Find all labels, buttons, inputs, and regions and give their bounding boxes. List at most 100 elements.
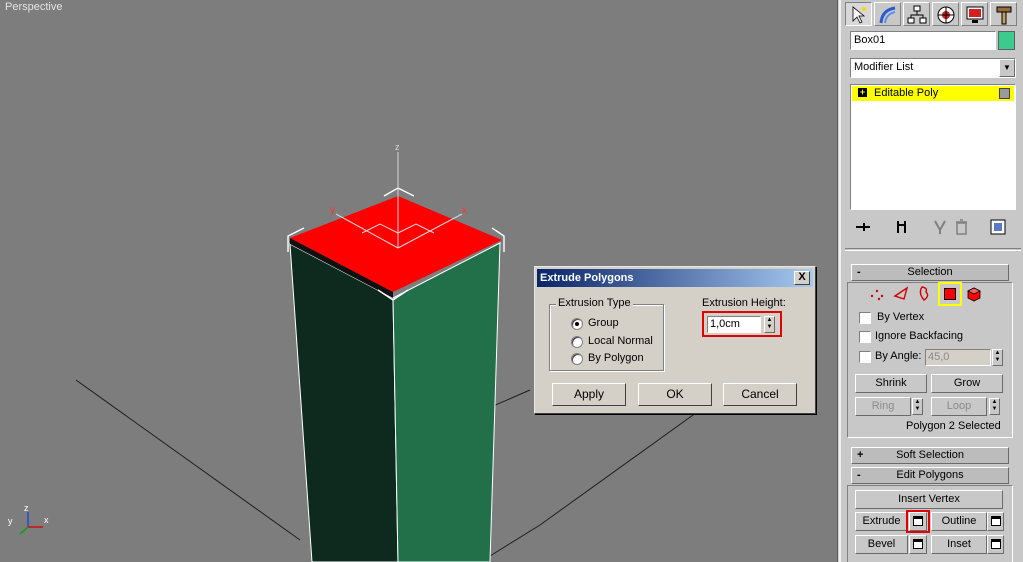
- extrusion-height-input[interactable]: 1,0cm: [707, 316, 761, 333]
- rollout-selection-header[interactable]: - Selection: [851, 264, 1009, 281]
- make-unique-icon[interactable]: [931, 218, 949, 236]
- radio-local-normal[interactable]: [571, 336, 583, 348]
- gizmo-z-label: z: [395, 142, 400, 152]
- vertex-mode-icon[interactable]: [868, 284, 886, 302]
- bevel-settings-button[interactable]: [909, 535, 927, 554]
- configure-modifier-sets-icon[interactable]: [989, 218, 1007, 236]
- view-axis-tripod: [19, 512, 43, 535]
- extrude-button[interactable]: Extrude: [855, 512, 908, 531]
- display-monitor-icon: [966, 6, 984, 23]
- hammer-icon: [996, 6, 1012, 25]
- tripod-x-label: x: [44, 515, 49, 525]
- element-mode-icon[interactable]: [965, 284, 983, 302]
- edge-mode-icon[interactable]: [892, 284, 910, 302]
- gizmo-y-label: y: [330, 205, 335, 216]
- tab-hierarchy[interactable]: [903, 2, 930, 26]
- grow-button[interactable]: Grow: [931, 374, 1003, 393]
- close-icon: X: [798, 271, 806, 283]
- by-angle-spinner[interactable]: ▲ ▼: [992, 349, 1003, 366]
- extrude-settings-highlight: [906, 510, 930, 533]
- close-button[interactable]: X: [794, 271, 810, 285]
- tab-modify[interactable]: [874, 2, 901, 26]
- rollout-title: Edit Polygons: [896, 469, 964, 481]
- panel-divider: [845, 248, 1021, 251]
- gizmo-x-label: x: [462, 205, 467, 216]
- modifier-list-label: Modifier List: [854, 61, 914, 73]
- rollout-soft-selection-header[interactable]: + Soft Selection: [851, 447, 1009, 464]
- extrude-polygons-dialog: Extrude Polygons X Extrusion Type Group …: [534, 266, 816, 414]
- apply-button[interactable]: Apply: [552, 383, 626, 406]
- tripod-z-label: z: [24, 503, 29, 513]
- border-mode-icon[interactable]: [916, 284, 934, 302]
- selection-status: Polygon 2 Selected: [906, 420, 1001, 432]
- inset-button[interactable]: Inset: [931, 535, 987, 554]
- dialog-title: Extrude Polygons: [540, 272, 634, 284]
- spinner-down-icon: ▼: [994, 357, 1001, 363]
- insert-vertex-button[interactable]: Insert Vertex: [855, 490, 1003, 509]
- radio-group-label: Group: [588, 317, 619, 329]
- outline-settings-button[interactable]: [987, 512, 1004, 531]
- pin-stack-icon[interactable]: [854, 218, 872, 236]
- spinner-up-icon: ▲: [994, 350, 1001, 356]
- settings-window-icon: [913, 539, 923, 549]
- rollout-title: Selection: [907, 266, 953, 278]
- modifier-list-dropdown[interactable]: Modifier List ▼: [850, 58, 1016, 78]
- hierarchy-icon: [907, 5, 927, 24]
- tab-display[interactable]: [961, 2, 988, 26]
- stack-item-editable-poly[interactable]: + Editable Poly: [852, 86, 1014, 101]
- modifier-stack: + Editable Poly: [850, 84, 1016, 210]
- radio-local-normal-label: Local Normal: [588, 335, 653, 347]
- stack-item-toggle-icon[interactable]: [999, 88, 1010, 99]
- loop-button[interactable]: Loop: [931, 397, 987, 416]
- extrusion-height-spinner[interactable]: ▲ ▼: [764, 316, 775, 333]
- radio-by-polygon[interactable]: [571, 353, 583, 365]
- tab-motion[interactable]: [932, 2, 959, 26]
- spinner-down-icon: ▼: [766, 324, 773, 330]
- chevron-down-icon: ▼: [1003, 63, 1011, 72]
- outline-button[interactable]: Outline: [931, 512, 987, 531]
- shrink-button[interactable]: Shrink: [855, 374, 927, 393]
- radio-by-polygon-label: By Polygon: [588, 352, 644, 364]
- loop-spinner[interactable]: ▲ ▼: [989, 398, 1000, 415]
- by-vertex-checkbox[interactable]: [859, 312, 871, 324]
- rollout-toggle: -: [857, 266, 861, 278]
- cancel-button[interactable]: Cancel: [723, 383, 797, 406]
- object-color-swatch[interactable]: [998, 31, 1015, 50]
- bevel-button[interactable]: Bevel: [855, 535, 908, 554]
- polygon-mode-button[interactable]: [938, 282, 962, 306]
- rollout-edit-polygons-header[interactable]: - Edit Polygons: [851, 467, 1009, 484]
- ignore-backfacing-label: Ignore Backfacing: [875, 330, 964, 342]
- remove-modifier-icon[interactable]: [953, 218, 971, 236]
- spinner-up-icon: ▲: [991, 399, 998, 405]
- dialog-title-bar[interactable]: Extrude Polygons X: [537, 269, 813, 287]
- extrusion-type-group: Extrusion Type Group Local Normal By Pol…: [549, 297, 664, 371]
- ignore-backfacing-checkbox[interactable]: [859, 331, 871, 343]
- settings-window-icon: [991, 539, 1001, 549]
- motion-wheel-icon: [937, 6, 955, 24]
- ring-spinner[interactable]: ▲ ▼: [912, 398, 923, 415]
- tripod-y-label: y: [8, 516, 13, 526]
- show-end-result-icon[interactable]: [893, 218, 911, 236]
- command-panel-tabs: [844, 1, 1022, 27]
- extrusion-height-label: Extrusion Height:: [702, 297, 786, 309]
- settings-window-icon: [991, 516, 1001, 526]
- pointer-star-icon: [852, 6, 866, 24]
- rollout-title: Soft Selection: [896, 449, 964, 461]
- ring-button[interactable]: Ring: [855, 397, 911, 416]
- object-name-field[interactable]: Box01: [850, 31, 996, 50]
- extrusion-type-label: Extrusion Type: [556, 297, 633, 309]
- rollout-toggle: -: [857, 469, 861, 481]
- tab-create[interactable]: [845, 2, 872, 26]
- inset-settings-button[interactable]: [987, 535, 1004, 554]
- ok-button[interactable]: OK: [638, 383, 712, 406]
- modifier-list-arrow[interactable]: ▼: [999, 59, 1015, 77]
- by-angle-label: By Angle:: [875, 350, 922, 362]
- by-vertex-label: By Vertex: [877, 311, 925, 323]
- viewport-label[interactable]: Perspective: [5, 1, 62, 13]
- by-angle-checkbox[interactable]: [859, 351, 871, 363]
- tab-utilities[interactable]: [990, 2, 1017, 26]
- expand-plus-icon[interactable]: +: [858, 88, 867, 97]
- modify-arc-icon: [879, 6, 896, 24]
- by-angle-field[interactable]: 45,0: [925, 349, 991, 366]
- radio-group[interactable]: [571, 318, 583, 330]
